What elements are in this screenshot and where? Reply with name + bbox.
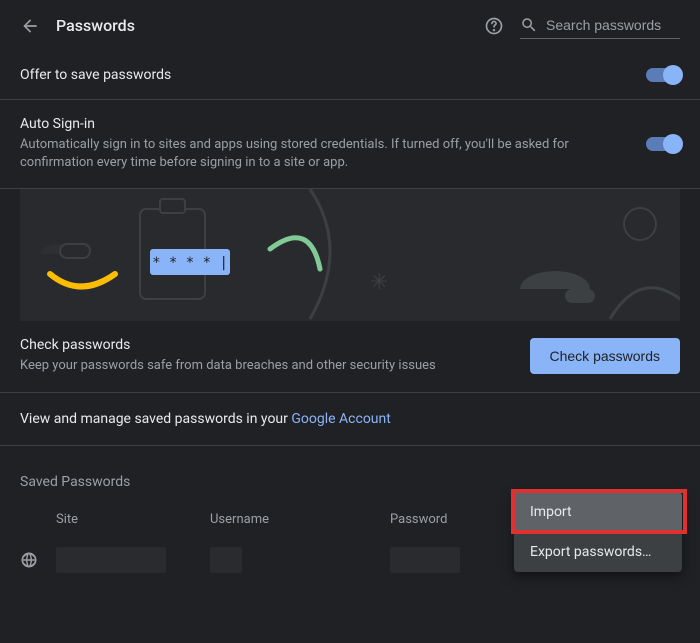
globe-icon: [20, 551, 56, 569]
column-username: Username: [210, 512, 390, 527]
auto-signin-toggle[interactable]: [646, 137, 680, 151]
check-passwords-section: * * * * | ✳ Check passwords Keep your pa…: [0, 189, 700, 392]
password-value: [390, 547, 460, 573]
offer-save-section: Offer to save passwords: [0, 51, 700, 100]
back-icon[interactable]: [20, 16, 40, 36]
overflow-menu: Import Export passwords…: [514, 492, 682, 572]
menu-import[interactable]: Import: [514, 492, 682, 532]
manage-link-section: View and manage saved passwords in your …: [0, 393, 700, 446]
username-value: [210, 547, 242, 573]
header: Passwords: [0, 0, 700, 51]
svg-text:✳: ✳: [370, 270, 388, 295]
check-passwords-button[interactable]: Check passwords: [530, 338, 681, 374]
search-input[interactable]: [546, 17, 676, 33]
search-icon: [520, 16, 538, 34]
offer-save-title: Offer to save passwords: [20, 67, 630, 83]
auto-signin-section: Auto Sign-in Automatically sign in to si…: [0, 100, 700, 189]
column-site: Site: [20, 512, 210, 527]
offer-save-toggle[interactable]: [646, 68, 680, 82]
saved-passwords-label: Saved Passwords: [20, 474, 680, 490]
menu-export[interactable]: Export passwords…: [514, 532, 682, 572]
svg-text:* * * * |: * * * * |: [152, 255, 228, 271]
site-value: [56, 547, 166, 573]
search-field[interactable]: [520, 12, 680, 39]
illustration: * * * * | ✳: [20, 189, 680, 321]
page-title: Passwords: [56, 16, 135, 35]
google-account-link[interactable]: Google Account: [291, 411, 390, 427]
help-icon[interactable]: [484, 16, 504, 36]
manage-prefix: View and manage saved passwords in your: [20, 411, 291, 427]
check-description: Keep your passwords safe from data breac…: [20, 357, 514, 375]
auto-signin-title: Auto Sign-in: [20, 116, 630, 132]
auto-signin-description: Automatically sign in to sites and apps …: [20, 136, 630, 172]
check-title: Check passwords: [20, 337, 514, 353]
